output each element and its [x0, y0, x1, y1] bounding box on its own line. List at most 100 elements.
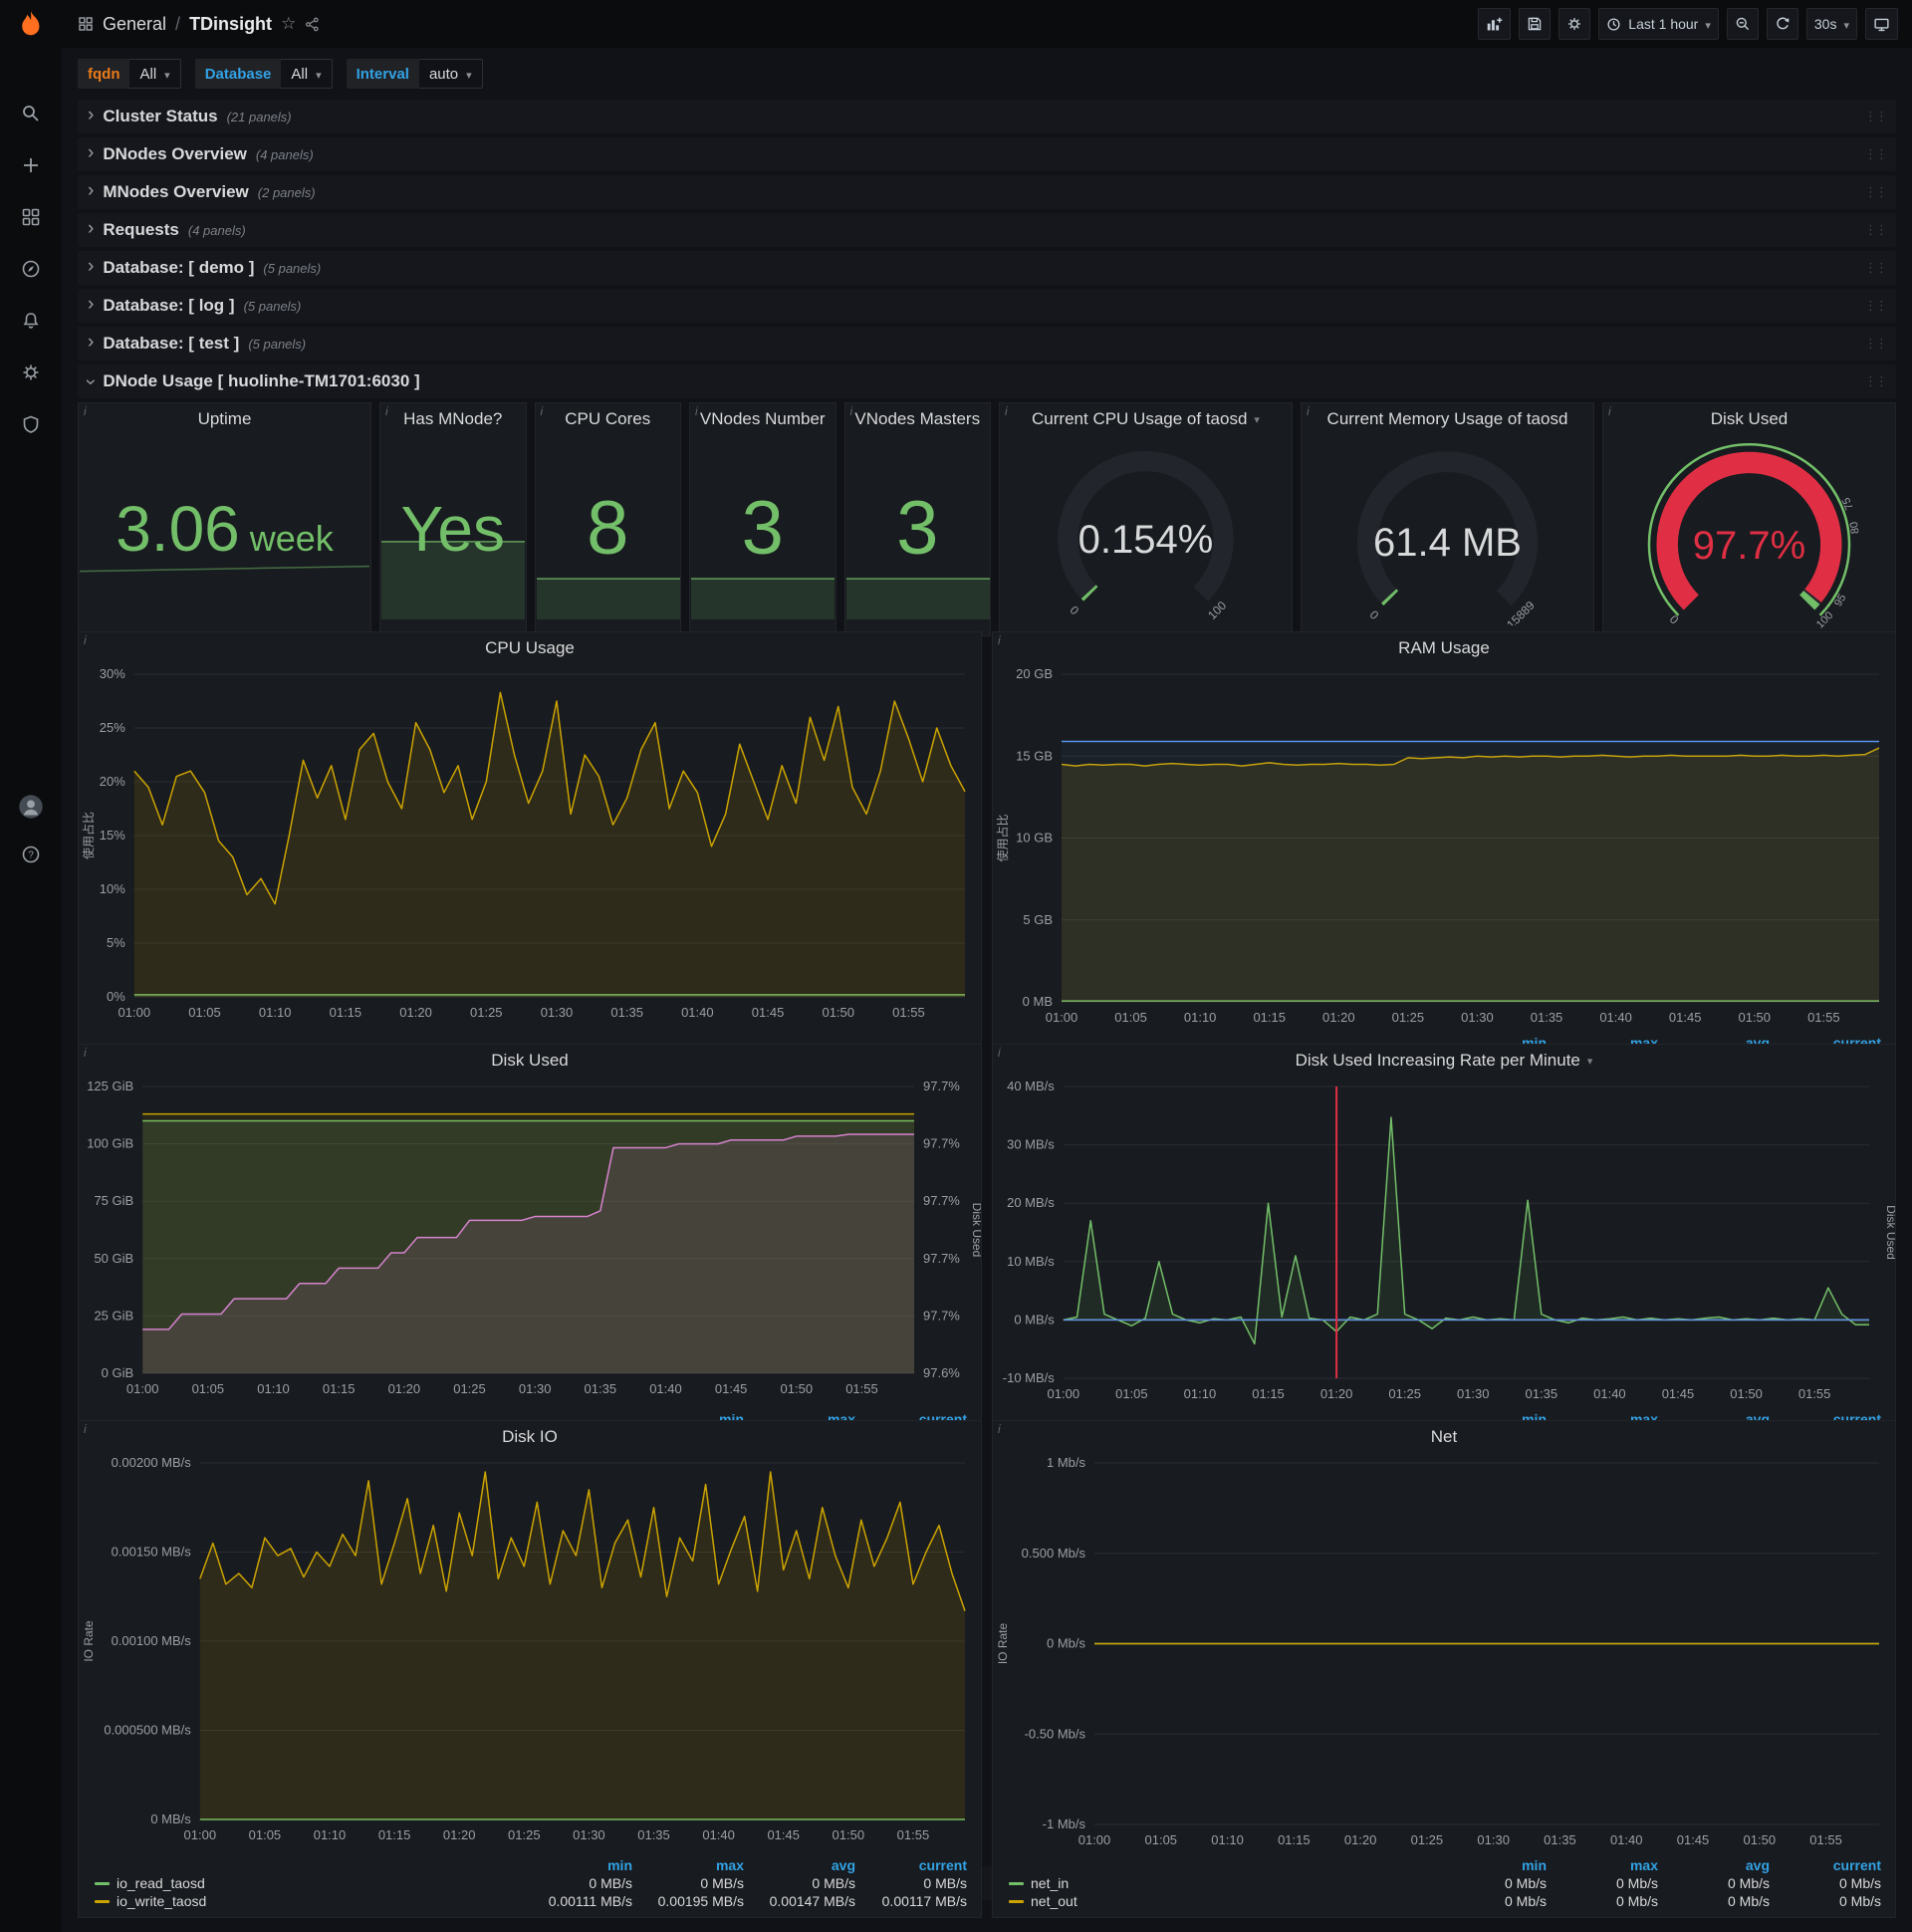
panel-title[interactable]: Has MNode?: [380, 403, 526, 435]
panel-info-icon[interactable]: [84, 633, 87, 647]
create-icon[interactable]: [17, 151, 45, 179]
sidebar-nav: [0, 100, 62, 438]
panel-title[interactable]: Current CPU Usage of taosd: [1000, 403, 1292, 435]
panel-title[interactable]: Disk Used: [79, 1045, 981, 1077]
drag-handle[interactable]: [1864, 146, 1886, 162]
panel-title[interactable]: Disk Used Increasing Rate per Minute: [993, 1045, 1895, 1077]
panel-info-icon[interactable]: [1307, 404, 1310, 418]
alerting-bell-icon[interactable]: [17, 307, 45, 335]
panel-title[interactable]: Current Memory Usage of taosd: [1302, 403, 1593, 435]
panel-info-icon[interactable]: [850, 404, 853, 418]
svg-text:01:00: 01:00: [126, 1381, 159, 1396]
dashboard-grid-icon: [78, 16, 94, 32]
row-requests[interactable]: Requests (4 panels): [78, 213, 1896, 247]
variable-database-value[interactable]: All: [281, 59, 333, 89]
add-panel-button[interactable]: [1478, 8, 1512, 40]
breadcrumb-page[interactable]: TDinsight: [189, 14, 272, 35]
drag-handle[interactable]: [1864, 336, 1886, 352]
panel-title[interactable]: VNodes Masters: [845, 403, 991, 435]
row-database-test[interactable]: Database: [ test ] (5 panels): [78, 327, 1896, 361]
svg-text:01:05: 01:05: [1114, 1010, 1147, 1025]
panel-title[interactable]: CPU Usage: [79, 632, 981, 664]
time-picker[interactable]: Last 1 hour: [1598, 8, 1719, 40]
refresh-button[interactable]: [1766, 8, 1798, 40]
star-icon[interactable]: ☆: [281, 14, 296, 34]
svg-text:01:35: 01:35: [1544, 1832, 1576, 1847]
user-avatar[interactable]: [17, 793, 45, 821]
breadcrumb-section[interactable]: General: [103, 14, 166, 35]
kiosk-mode-button[interactable]: [1865, 8, 1898, 40]
svg-text:01:05: 01:05: [192, 1381, 225, 1396]
drag-handle[interactable]: [1864, 373, 1886, 389]
panel-title[interactable]: Uptime: [79, 403, 370, 435]
help-icon[interactable]: ?: [17, 841, 45, 868]
panel-title[interactable]: RAM Usage: [993, 632, 1895, 664]
dashboard-settings-button[interactable]: [1558, 8, 1591, 40]
row-mnodes-overview[interactable]: MNodes Overview (2 panels): [78, 175, 1896, 209]
legend-value: 0 Mb/s: [1727, 1893, 1770, 1909]
panel-title[interactable]: Disk Used: [1603, 403, 1895, 435]
row-dnode-usage[interactable]: DNode Usage [ huolinhe-TM1701:6030 ]: [78, 364, 1896, 398]
drag-handle[interactable]: [1864, 222, 1886, 238]
drag-handle[interactable]: [1864, 298, 1886, 314]
variable-fqdn-value[interactable]: All: [129, 59, 181, 89]
variable-interval-value[interactable]: auto: [418, 59, 483, 89]
explore-compass-icon[interactable]: [17, 255, 45, 283]
share-icon[interactable]: [305, 17, 320, 32]
legend-series-net_in[interactable]: net_in: [1009, 1875, 1435, 1891]
refresh-interval-dropdown[interactable]: 30s: [1805, 8, 1857, 40]
panel-info-icon[interactable]: [998, 1422, 1001, 1436]
server-admin-shield-icon[interactable]: [17, 410, 45, 438]
series-color-icon: [95, 1899, 110, 1903]
save-dashboard-button[interactable]: [1519, 8, 1552, 40]
svg-text:30%: 30%: [100, 666, 125, 681]
variable-fqdn[interactable]: fqdn All: [78, 59, 181, 89]
panel-title[interactable]: CPU Cores: [536, 403, 681, 435]
legend-series-io_write_taosd[interactable]: io_write_taosd: [95, 1893, 521, 1909]
search-icon[interactable]: [17, 100, 45, 127]
panel-info-icon[interactable]: [998, 633, 1001, 647]
panel-title[interactable]: VNodes Number: [690, 403, 836, 435]
refresh-interval-label: 30s: [1813, 16, 1837, 32]
panel-info-icon[interactable]: [1005, 404, 1008, 418]
panel-info-icon[interactable]: [385, 404, 388, 418]
svg-text:01:25: 01:25: [1411, 1832, 1444, 1847]
svg-text:使用占比: 使用占比: [995, 814, 1010, 861]
panel-uptime: Uptime 3.06week: [78, 402, 371, 636]
legend-series-net_out[interactable]: net_out: [1009, 1893, 1435, 1909]
drag-handle[interactable]: [1864, 109, 1886, 124]
grafana-logo[interactable]: [0, 0, 62, 48]
variable-database[interactable]: Database All: [194, 59, 333, 89]
panel-info-icon[interactable]: [84, 404, 87, 418]
drag-handle[interactable]: [1864, 184, 1886, 200]
legend-series-io_read_taosd[interactable]: io_read_taosd: [95, 1875, 521, 1891]
panel-info-icon[interactable]: [541, 404, 544, 418]
panel-title[interactable]: Disk IO: [79, 1421, 981, 1453]
panel-info-icon[interactable]: [84, 1422, 87, 1436]
row-database-demo[interactable]: Database: [ demo ] (5 panels): [78, 251, 1896, 285]
svg-text:100: 100: [1814, 609, 1835, 630]
variable-interval[interactable]: Interval auto: [346, 59, 483, 89]
panel-info-icon[interactable]: [1608, 404, 1611, 418]
panel-vnodes-masters: VNodes Masters 3: [843, 402, 991, 636]
zoom-out-button[interactable]: [1726, 8, 1759, 40]
panel-title[interactable]: Net: [993, 1421, 1895, 1453]
chevron-right-icon: [88, 143, 94, 162]
panel-ram-usage: RAM Usage 0 MB 5 GB 10 GB 15 GB 20 GB 01:00 01…: [992, 631, 1896, 1113]
legend-column-header: max: [715, 1857, 744, 1873]
legend-header-spacer: [95, 1857, 521, 1873]
gauge: 0 75 80 95 100 97.7%: [1603, 435, 1895, 635]
net-chart: -1 Mb/s -0.50 Mb/s 0 Mb/s 0.500 Mb/s 1 Mb/s 0…: [993, 1453, 1895, 1855]
row-dnodes-overview[interactable]: DNodes Overview (4 panels): [78, 137, 1896, 171]
row-database-log[interactable]: Database: [ log ] (5 panels): [78, 289, 1896, 323]
panel-info-icon[interactable]: [695, 404, 698, 418]
row-cluster-status[interactable]: Cluster Status (21 panels): [78, 100, 1896, 133]
legend-value: 0 Mb/s: [1615, 1893, 1658, 1909]
panel-info-icon[interactable]: [998, 1046, 1001, 1060]
dashboards-icon[interactable]: [17, 203, 45, 231]
configuration-gear-icon[interactable]: [17, 359, 45, 386]
panel-info-icon[interactable]: [84, 1046, 87, 1060]
svg-text:01:25: 01:25: [470, 1005, 503, 1020]
drag-handle[interactable]: [1864, 260, 1886, 276]
svg-text:01:45: 01:45: [1677, 1832, 1710, 1847]
